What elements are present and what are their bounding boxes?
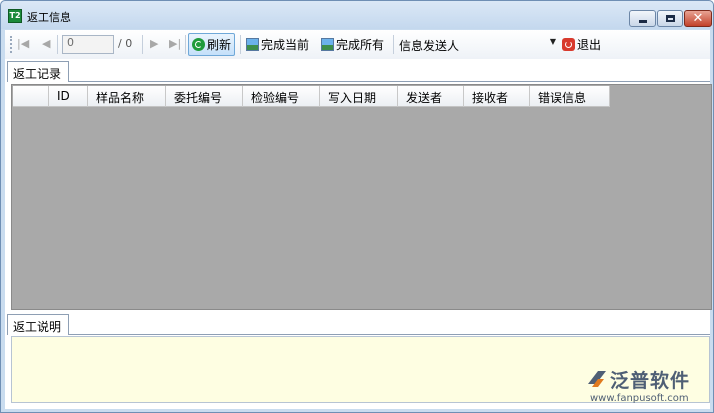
complete-current-button[interactable]: 完成当前 (243, 33, 312, 56)
column-header-sender[interactable]: 发送者 (398, 86, 464, 107)
chevron-down-icon[interactable]: ▼ (550, 37, 556, 46)
close-button[interactable]: ✕ (684, 10, 712, 27)
exit-button[interactable]: 退出 (559, 33, 604, 56)
refresh-button[interactable]: 刷新 (188, 33, 236, 56)
logo-url: www.fanpusoft.com (590, 393, 689, 404)
toolbar-separator (185, 35, 186, 54)
maximize-icon (666, 15, 675, 22)
first-page-button[interactable]: |◀ (17, 37, 29, 50)
fanpusoft-logo: 泛普软件 www.fanpusoft.com (586, 366, 711, 406)
exit-label: 退出 (577, 38, 602, 52)
page-number-input[interactable]: 0 (62, 35, 114, 54)
toolbar-separator (393, 35, 394, 54)
tab-return-notes-label: 返工说明 (13, 320, 62, 334)
refresh-icon (192, 38, 205, 51)
last-page-button[interactable]: ▶| (169, 37, 181, 50)
column-header-write-date[interactable]: 写入日期 (320, 86, 398, 107)
power-icon (562, 38, 575, 51)
window-client-area: |◀ ◀ 0 / 0 ▶ ▶| 刷新 完成当前 完成所有 信息发送人 ▼ 退出 … (5, 30, 712, 409)
app-icon: T2 (8, 9, 22, 23)
title-bar[interactable]: T2 返工信息 ✕ (1, 1, 713, 29)
tab-divider (69, 334, 710, 335)
image-icon (246, 38, 259, 51)
page-total-label: / 0 (118, 37, 133, 50)
sender-select-value: 信息发送人 (399, 39, 460, 53)
toolbar-separator (57, 35, 58, 54)
column-header-id[interactable]: ID (49, 86, 88, 107)
fanpusoft-logo-icon (588, 371, 606, 387)
row-indicator-header[interactable] (13, 86, 49, 107)
toolbar: |◀ ◀ 0 / 0 ▶ ▶| 刷新 完成当前 完成所有 信息发送人 ▼ 退出 (5, 30, 710, 59)
complete-all-button[interactable]: 完成所有 (318, 33, 387, 56)
complete-current-label: 完成当前 (261, 38, 310, 52)
column-header-receiver[interactable]: 接收者 (464, 86, 530, 107)
column-header-inspection-no[interactable]: 检验编号 (243, 86, 320, 107)
window-title: 返工信息 (27, 11, 71, 24)
grid-header-row: ID 样品名称 委托编号 检验编号 写入日期 发送者 接收者 错误信息 (13, 86, 610, 107)
minimize-button[interactable] (629, 10, 656, 27)
tab-return-notes[interactable]: 返工说明 (7, 314, 69, 335)
tab-return-records[interactable]: 返工记录 (7, 61, 69, 82)
complete-all-label: 完成所有 (336, 38, 385, 52)
tab-divider (69, 81, 710, 82)
toolbar-separator (240, 35, 241, 54)
toolbar-separator (142, 35, 143, 54)
maximize-button[interactable] (657, 10, 683, 27)
previous-page-button[interactable]: ◀ (42, 37, 50, 50)
column-header-error-info[interactable]: 错误信息 (530, 86, 610, 107)
next-page-button[interactable]: ▶ (150, 37, 158, 50)
minimize-icon (639, 20, 647, 23)
logo-text: 泛普软件 (610, 370, 691, 392)
column-header-commission-no[interactable]: 委托编号 (166, 86, 243, 107)
window-frame: T2 返工信息 ✕ |◀ ◀ 0 / 0 ▶ ▶| 刷新 完成当前 完成所有 信… (0, 0, 714, 413)
sender-select[interactable]: 信息发送人 ▼ (397, 35, 559, 55)
toolbar-grip[interactable] (10, 36, 12, 53)
records-grid[interactable]: ID 样品名称 委托编号 检验编号 写入日期 发送者 接收者 错误信息 (11, 84, 712, 310)
tab-return-records-label: 返工记录 (13, 67, 62, 81)
column-header-sample-name[interactable]: 样品名称 (88, 86, 166, 107)
refresh-label: 刷新 (207, 38, 232, 52)
image-icon (321, 38, 334, 51)
close-icon: ✕ (692, 11, 704, 26)
